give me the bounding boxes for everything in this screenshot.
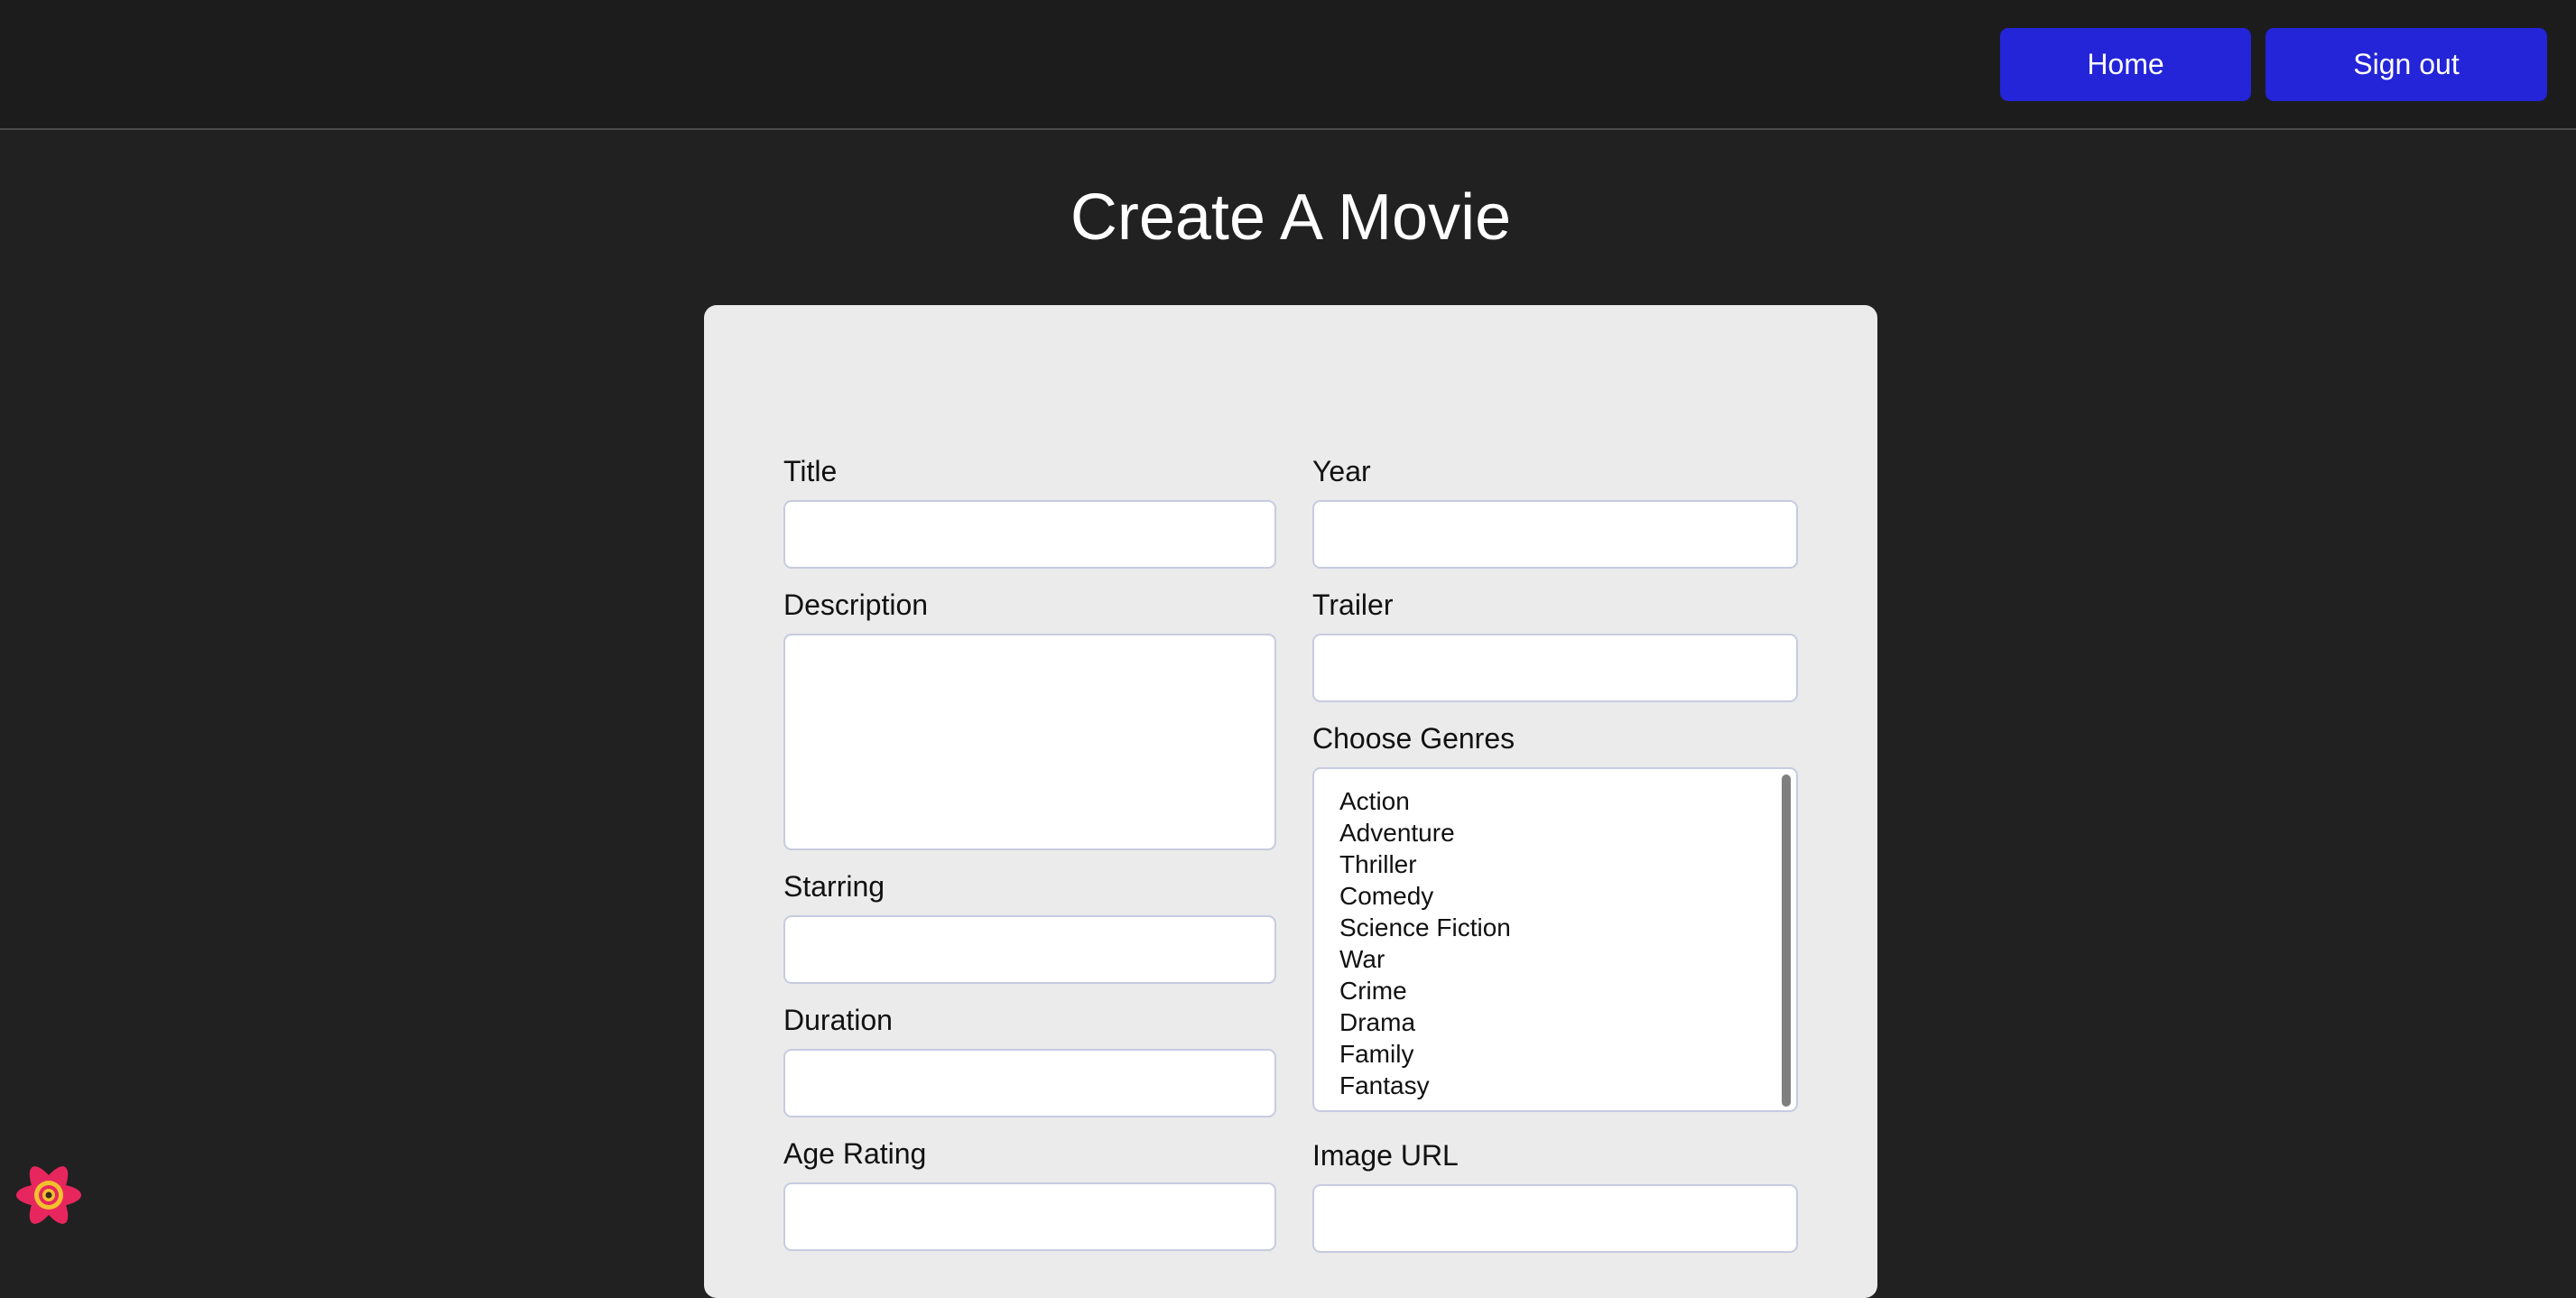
top-navigation-bar: Home Sign out [0,0,2576,130]
image-url-label: Image URL [1312,1139,1459,1172]
genre-option[interactable]: Family [1339,1038,1796,1070]
home-button[interactable]: Home [2000,28,2251,101]
genre-option[interactable]: Adventure [1339,817,1796,848]
choose-genres-label: Choose Genres [1312,722,1515,755]
genres-multiselect[interactable]: Action Adventure Thriller Comedy Science… [1312,767,1798,1112]
duration-input[interactable] [783,1049,1276,1117]
age-rating-label: Age Rating [783,1137,927,1170]
starring-label: Starring [783,870,885,903]
year-input[interactable] [1312,500,1798,569]
description-label: Description [783,589,929,621]
trailer-input[interactable] [1312,634,1798,702]
duration-label: Duration [783,1004,893,1036]
genre-option[interactable]: Crime [1339,975,1796,1006]
starring-input[interactable] [783,915,1276,984]
title-input[interactable] [783,500,1276,569]
genre-option[interactable]: War [1339,943,1796,975]
image-url-input[interactable] [1312,1184,1798,1253]
genre-option[interactable]: Drama [1339,1006,1796,1038]
genres-scrollbar[interactable] [1782,774,1791,1107]
trailer-label: Trailer [1312,589,1394,621]
year-label: Year [1312,455,1371,487]
genre-option[interactable]: Science Fiction [1339,912,1796,943]
genre-option[interactable]: Action [1339,785,1796,817]
description-textarea[interactable] [783,634,1276,850]
title-label: Title [783,455,838,487]
page-title: Create A Movie [1070,181,1512,254]
sign-out-button[interactable]: Sign out [2266,28,2547,101]
react-devtools-icon[interactable] [13,1159,85,1231]
genre-option[interactable]: Fantasy [1339,1070,1796,1101]
genre-option[interactable]: Thriller [1339,848,1796,880]
genres-list: Action Adventure Thriller Comedy Science… [1314,769,1796,1101]
genre-option[interactable]: Comedy [1339,880,1796,912]
age-rating-input[interactable] [783,1182,1276,1251]
